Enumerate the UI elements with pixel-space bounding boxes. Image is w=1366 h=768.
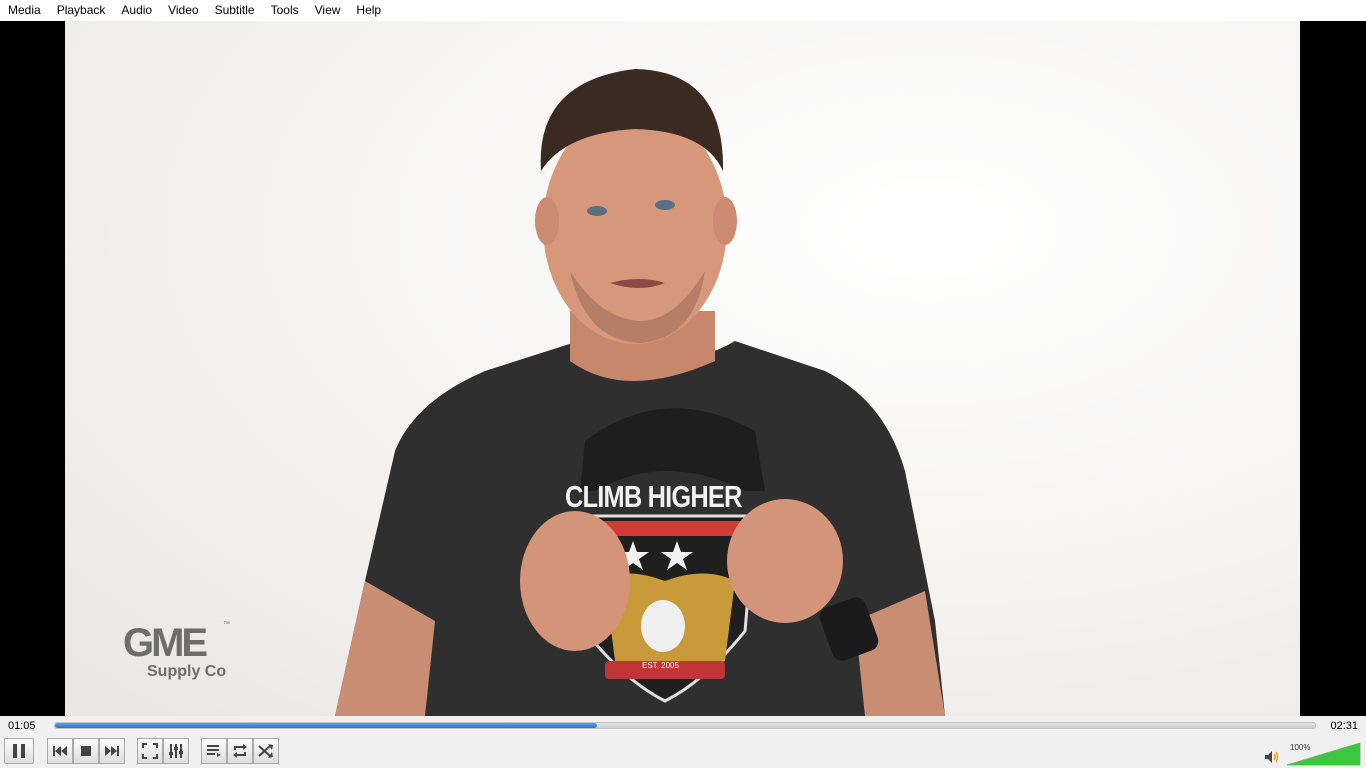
menu-tools[interactable]: Tools: [265, 0, 305, 21]
seek-bar[interactable]: [54, 722, 1316, 729]
fullscreen-icon: [142, 743, 158, 759]
playlist-button[interactable]: [201, 738, 227, 764]
menu-audio[interactable]: Audio: [115, 0, 158, 21]
previous-button[interactable]: [47, 738, 73, 764]
volume-slider[interactable]: [1286, 742, 1362, 766]
previous-icon: [53, 746, 67, 756]
menu-bar: Media Playback Audio Video Subtitle Tool…: [0, 0, 1366, 21]
playlist-icon: [207, 745, 221, 757]
extended-settings-icon: [169, 744, 183, 758]
stop-icon: [81, 746, 91, 756]
menu-subtitle[interactable]: Subtitle: [209, 0, 261, 21]
speaker-icon[interactable]: [1264, 750, 1280, 764]
controls-bar: 01:05 02:31 100%: [0, 716, 1366, 768]
menu-playback[interactable]: Playback: [51, 0, 112, 21]
next-icon: [105, 746, 119, 756]
next-button[interactable]: [99, 738, 125, 764]
video-frame: CLIMB HIGHER EST. 2005 GME ™ Supply Co: [65, 21, 1300, 716]
watermark-subtitle: Supply Co: [147, 663, 227, 680]
watermark-main-text: GME: [123, 621, 208, 665]
video-display[interactable]: CLIMB HIGHER EST. 2005 GME ™ Supply Co: [0, 21, 1366, 716]
menu-view[interactable]: View: [309, 0, 347, 21]
total-time[interactable]: 02:31: [1330, 720, 1358, 732]
loop-button[interactable]: [227, 738, 253, 764]
watermark-logo: GME ™ Supply Co: [123, 621, 243, 691]
elapsed-time: 01:05: [8, 720, 36, 732]
pause-icon: [13, 744, 25, 758]
loop-icon: [233, 744, 247, 758]
watermark-trademark: ™: [223, 621, 230, 628]
video-scene: [335, 69, 945, 716]
shirt-year: EST. 2005: [642, 661, 679, 670]
shuffle-icon: [258, 744, 273, 758]
fullscreen-button[interactable]: [137, 738, 163, 764]
shirt-slogan: CLIMB HIGHER: [565, 479, 742, 514]
seek-progress: [55, 723, 597, 728]
stop-button[interactable]: [73, 738, 99, 764]
extended-settings-button[interactable]: [163, 738, 189, 764]
menu-media[interactable]: Media: [2, 0, 47, 21]
shuffle-button[interactable]: [253, 738, 279, 764]
menu-help[interactable]: Help: [350, 0, 387, 21]
menu-video[interactable]: Video: [162, 0, 204, 21]
pause-button[interactable]: [4, 738, 34, 764]
